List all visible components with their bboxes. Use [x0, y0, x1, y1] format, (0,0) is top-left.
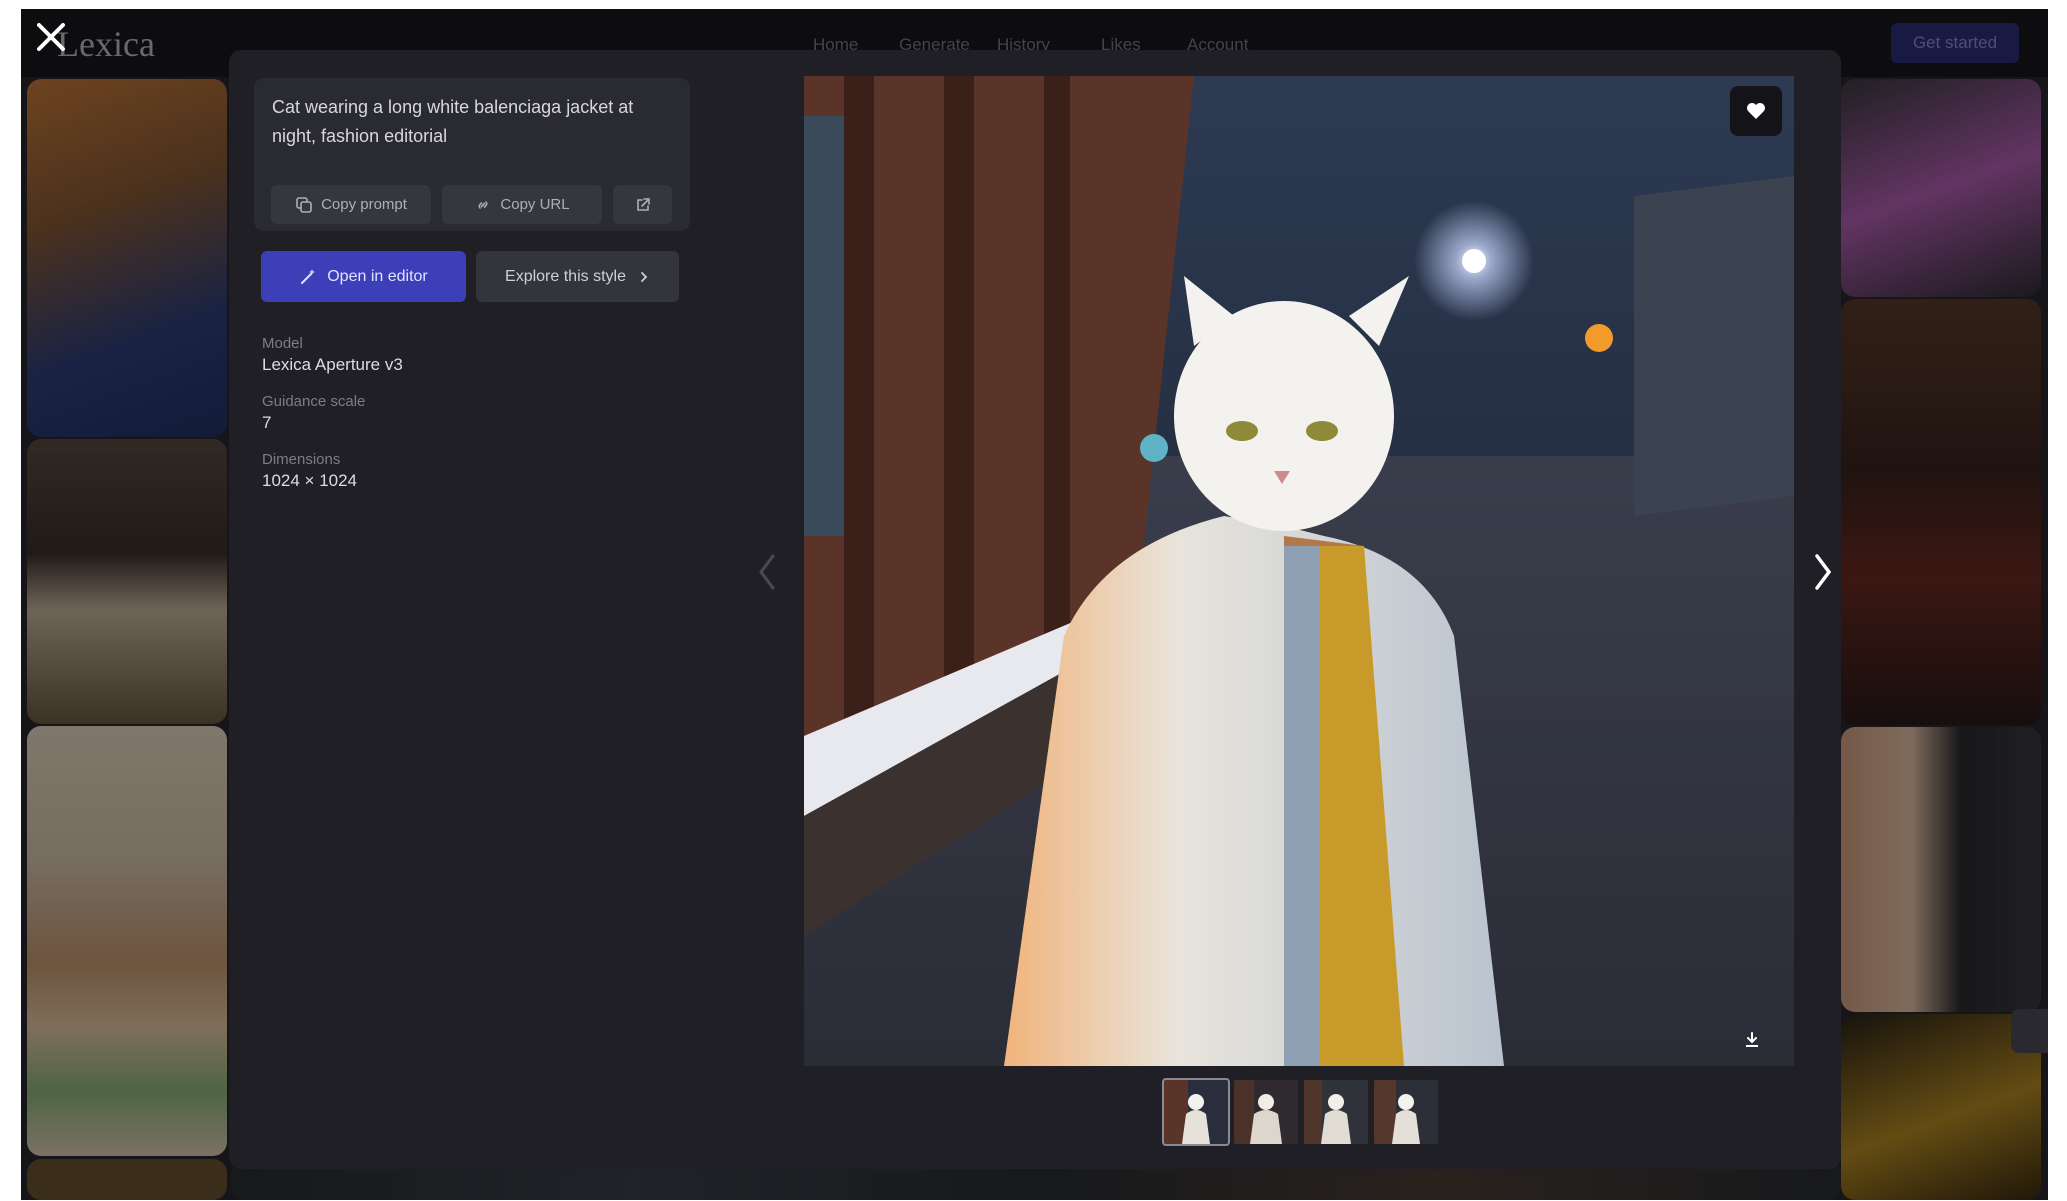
download-button[interactable]	[1734, 1022, 1770, 1058]
guidance-scale-label: Guidance scale	[262, 393, 366, 410]
open-in-editor-label: Open in editor	[327, 267, 428, 285]
guidance-scale-value: 7	[262, 413, 272, 432]
copy-url-label: Copy URL	[500, 196, 570, 213]
thumbnail-image	[1234, 1080, 1298, 1144]
like-button[interactable]	[1730, 86, 1782, 136]
variation-thumbnails	[1162, 1078, 1438, 1146]
dimensions-value: 1024 × 1024	[262, 471, 358, 490]
chevron-right-icon	[641, 271, 648, 282]
explore-style-button[interactable]: Explore this style	[476, 251, 679, 302]
open-in-editor-button[interactable]: Open in editor	[261, 251, 466, 302]
prompt-card: Cat wearing a long white balenciaga jack…	[254, 78, 690, 231]
copy-prompt-label: Copy prompt	[321, 196, 407, 213]
model-label: Model	[262, 335, 303, 352]
gallery-tile[interactable]	[27, 79, 227, 437]
gallery-tile[interactable]	[27, 439, 227, 724]
external-link-icon	[636, 197, 650, 211]
image-detail-modal: Cat wearing a long white balenciaga jack…	[229, 50, 1841, 1169]
copy-url-button[interactable]: Copy URL	[442, 185, 602, 224]
copy-prompt-button[interactable]: Copy prompt	[271, 185, 431, 224]
generated-image[interactable]	[804, 76, 1794, 1066]
heart-icon	[1747, 103, 1765, 119]
side-tab[interactable]	[2011, 1009, 2048, 1053]
dimensions-label: Dimensions	[262, 451, 341, 468]
get-started-button[interactable]: Get started	[1891, 23, 2019, 63]
close-icon[interactable]	[33, 19, 69, 55]
thumbnail-image	[1374, 1080, 1438, 1144]
magic-wand-icon	[301, 268, 316, 284]
model-value: Lexica Aperture v3	[262, 355, 403, 374]
gallery-tile[interactable]	[1841, 727, 2041, 1012]
link-icon	[478, 200, 488, 209]
gallery-tile[interactable]	[1841, 299, 2041, 725]
cat-in-white-coat-image	[804, 76, 1794, 1066]
prompt-text: Cat wearing a long white balenciaga jack…	[272, 97, 634, 146]
open-external-button[interactable]	[613, 185, 672, 224]
gallery-tile[interactable]	[27, 1159, 227, 1200]
thumbnail[interactable]	[1162, 1078, 1230, 1146]
site-logo[interactable]: Lexica	[57, 23, 155, 65]
gallery-tile[interactable]	[27, 726, 227, 1156]
screenshot: Lexica Home Generate History Likes Accou…	[21, 9, 2048, 1200]
next-image-button[interactable]	[1811, 552, 1835, 592]
download-icon	[1746, 1032, 1758, 1047]
thumbnail-image	[1304, 1080, 1368, 1144]
explore-style-label: Explore this style	[505, 267, 626, 285]
gallery-tile[interactable]	[1841, 79, 2041, 297]
thumbnail-image	[1164, 1080, 1228, 1144]
previous-image-button[interactable]	[755, 552, 779, 592]
thumbnail[interactable]	[1304, 1080, 1368, 1144]
thumbnail[interactable]	[1234, 1080, 1298, 1144]
thumbnail[interactable]	[1374, 1080, 1438, 1144]
copy-icon	[296, 196, 312, 213]
